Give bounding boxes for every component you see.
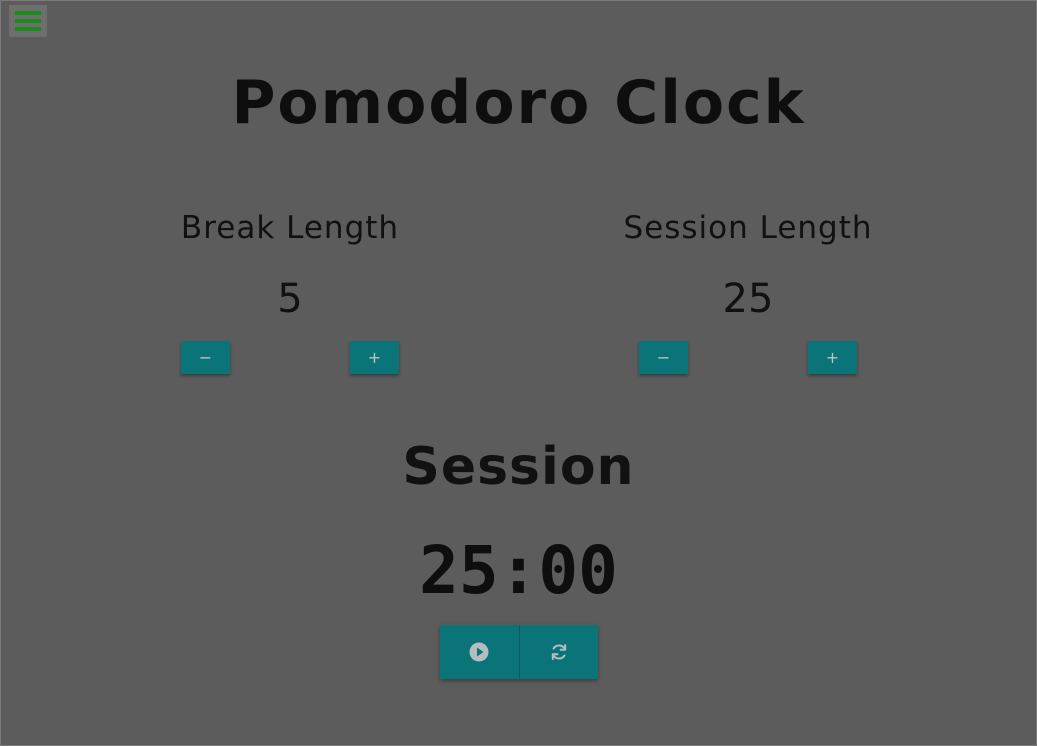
session-length-panel: Session Length 25 − + (598, 210, 898, 374)
play-icon (469, 642, 489, 662)
start-button[interactable] (440, 625, 520, 679)
break-length-panel: Break Length 5 − + (140, 210, 440, 374)
hamburger-menu-button[interactable] (9, 5, 47, 37)
page-title: Pomodoro Clock (231, 68, 806, 138)
break-increment-button[interactable]: + (350, 341, 399, 374)
timer-controls (440, 625, 598, 679)
timer-display: 25:00 (419, 532, 618, 609)
menu-line (15, 19, 41, 23)
break-length-value: 5 (277, 276, 303, 322)
session-length-value: 25 (722, 276, 774, 322)
break-length-label: Break Length (180, 210, 400, 246)
timer-mode-label: Session (402, 437, 635, 497)
session-increment-button[interactable]: + (808, 341, 857, 374)
menu-line (15, 27, 41, 31)
session-decrement-button[interactable]: − (639, 341, 688, 374)
menu-line (15, 11, 41, 15)
session-length-label: Session Length (623, 210, 873, 246)
refresh-icon (551, 644, 566, 660)
reset-button[interactable] (519, 625, 598, 679)
break-decrement-button[interactable]: − (181, 341, 230, 374)
